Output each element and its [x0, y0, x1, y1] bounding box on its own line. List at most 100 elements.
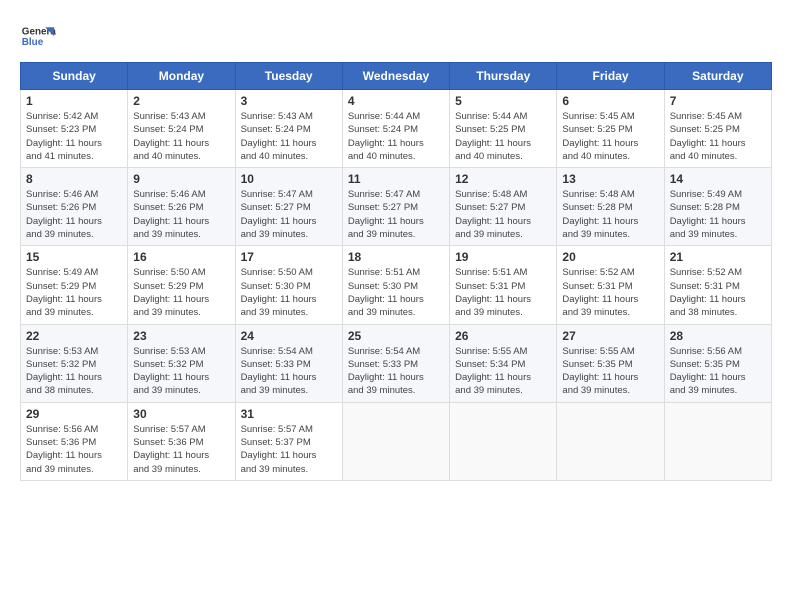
day-info: Sunrise: 5:46 AM Sunset: 5:26 PM Dayligh… — [133, 188, 229, 241]
day-info: Sunrise: 5:51 AM Sunset: 5:31 PM Dayligh… — [455, 266, 551, 319]
table-row: 25 Sunrise: 5:54 AM Sunset: 5:33 PM Dayl… — [342, 324, 449, 402]
table-row: 23 Sunrise: 5:53 AM Sunset: 5:32 PM Dayl… — [128, 324, 235, 402]
table-row: 1 Sunrise: 5:42 AM Sunset: 5:23 PM Dayli… — [21, 90, 128, 168]
day-number: 17 — [241, 250, 337, 264]
day-info: Sunrise: 5:48 AM Sunset: 5:28 PM Dayligh… — [562, 188, 658, 241]
day-info: Sunrise: 5:45 AM Sunset: 5:25 PM Dayligh… — [670, 110, 766, 163]
svg-text:Blue: Blue — [22, 37, 44, 48]
col-friday: Friday — [557, 63, 664, 90]
table-row: 20 Sunrise: 5:52 AM Sunset: 5:31 PM Dayl… — [557, 246, 664, 324]
day-info: Sunrise: 5:55 AM Sunset: 5:34 PM Dayligh… — [455, 345, 551, 398]
day-info: Sunrise: 5:55 AM Sunset: 5:35 PM Dayligh… — [562, 345, 658, 398]
day-info: Sunrise: 5:53 AM Sunset: 5:32 PM Dayligh… — [26, 345, 122, 398]
table-row: 13 Sunrise: 5:48 AM Sunset: 5:28 PM Dayl… — [557, 168, 664, 246]
day-number: 30 — [133, 407, 229, 421]
table-row: 28 Sunrise: 5:56 AM Sunset: 5:35 PM Dayl… — [664, 324, 771, 402]
table-row: 11 Sunrise: 5:47 AM Sunset: 5:27 PM Dayl… — [342, 168, 449, 246]
day-info: Sunrise: 5:57 AM Sunset: 5:37 PM Dayligh… — [241, 423, 337, 476]
calendar-table: Sunday Monday Tuesday Wednesday Thursday… — [20, 62, 772, 481]
table-row: 30 Sunrise: 5:57 AM Sunset: 5:36 PM Dayl… — [128, 402, 235, 480]
day-number: 10 — [241, 172, 337, 186]
day-number: 25 — [348, 329, 444, 343]
table-row: 15 Sunrise: 5:49 AM Sunset: 5:29 PM Dayl… — [21, 246, 128, 324]
day-info: Sunrise: 5:50 AM Sunset: 5:29 PM Dayligh… — [133, 266, 229, 319]
table-row: 9 Sunrise: 5:46 AM Sunset: 5:26 PM Dayli… — [128, 168, 235, 246]
table-row: 24 Sunrise: 5:54 AM Sunset: 5:33 PM Dayl… — [235, 324, 342, 402]
day-number: 8 — [26, 172, 122, 186]
day-info: Sunrise: 5:54 AM Sunset: 5:33 PM Dayligh… — [348, 345, 444, 398]
calendar-week-row: 15 Sunrise: 5:49 AM Sunset: 5:29 PM Dayl… — [21, 246, 772, 324]
table-row — [557, 402, 664, 480]
day-number: 6 — [562, 94, 658, 108]
calendar-week-row: 22 Sunrise: 5:53 AM Sunset: 5:32 PM Dayl… — [21, 324, 772, 402]
table-row: 18 Sunrise: 5:51 AM Sunset: 5:30 PM Dayl… — [342, 246, 449, 324]
day-number: 20 — [562, 250, 658, 264]
day-number: 29 — [26, 407, 122, 421]
day-number: 31 — [241, 407, 337, 421]
table-row: 17 Sunrise: 5:50 AM Sunset: 5:30 PM Dayl… — [235, 246, 342, 324]
day-info: Sunrise: 5:56 AM Sunset: 5:35 PM Dayligh… — [670, 345, 766, 398]
day-number: 5 — [455, 94, 551, 108]
table-row: 26 Sunrise: 5:55 AM Sunset: 5:34 PM Dayl… — [450, 324, 557, 402]
day-info: Sunrise: 5:56 AM Sunset: 5:36 PM Dayligh… — [26, 423, 122, 476]
calendar-week-row: 29 Sunrise: 5:56 AM Sunset: 5:36 PM Dayl… — [21, 402, 772, 480]
table-row: 16 Sunrise: 5:50 AM Sunset: 5:29 PM Dayl… — [128, 246, 235, 324]
table-row: 29 Sunrise: 5:56 AM Sunset: 5:36 PM Dayl… — [21, 402, 128, 480]
day-info: Sunrise: 5:53 AM Sunset: 5:32 PM Dayligh… — [133, 345, 229, 398]
day-number: 12 — [455, 172, 551, 186]
table-row: 27 Sunrise: 5:55 AM Sunset: 5:35 PM Dayl… — [557, 324, 664, 402]
table-row: 6 Sunrise: 5:45 AM Sunset: 5:25 PM Dayli… — [557, 90, 664, 168]
day-number: 28 — [670, 329, 766, 343]
table-row: 3 Sunrise: 5:43 AM Sunset: 5:24 PM Dayli… — [235, 90, 342, 168]
day-number: 22 — [26, 329, 122, 343]
calendar-week-row: 1 Sunrise: 5:42 AM Sunset: 5:23 PM Dayli… — [21, 90, 772, 168]
day-number: 27 — [562, 329, 658, 343]
day-number: 24 — [241, 329, 337, 343]
page-header: General Blue — [20, 20, 772, 56]
day-number: 9 — [133, 172, 229, 186]
table-row: 7 Sunrise: 5:45 AM Sunset: 5:25 PM Dayli… — [664, 90, 771, 168]
day-number: 4 — [348, 94, 444, 108]
day-number: 19 — [455, 250, 551, 264]
table-row: 4 Sunrise: 5:44 AM Sunset: 5:24 PM Dayli… — [342, 90, 449, 168]
logo-icon: General Blue — [20, 20, 56, 56]
day-info: Sunrise: 5:51 AM Sunset: 5:30 PM Dayligh… — [348, 266, 444, 319]
day-info: Sunrise: 5:52 AM Sunset: 5:31 PM Dayligh… — [562, 266, 658, 319]
day-info: Sunrise: 5:44 AM Sunset: 5:24 PM Dayligh… — [348, 110, 444, 163]
col-monday: Monday — [128, 63, 235, 90]
day-info: Sunrise: 5:45 AM Sunset: 5:25 PM Dayligh… — [562, 110, 658, 163]
day-info: Sunrise: 5:48 AM Sunset: 5:27 PM Dayligh… — [455, 188, 551, 241]
day-number: 11 — [348, 172, 444, 186]
table-row: 10 Sunrise: 5:47 AM Sunset: 5:27 PM Dayl… — [235, 168, 342, 246]
day-info: Sunrise: 5:44 AM Sunset: 5:25 PM Dayligh… — [455, 110, 551, 163]
day-number: 1 — [26, 94, 122, 108]
day-info: Sunrise: 5:49 AM Sunset: 5:28 PM Dayligh… — [670, 188, 766, 241]
col-wednesday: Wednesday — [342, 63, 449, 90]
day-info: Sunrise: 5:52 AM Sunset: 5:31 PM Dayligh… — [670, 266, 766, 319]
table-row: 12 Sunrise: 5:48 AM Sunset: 5:27 PM Dayl… — [450, 168, 557, 246]
calendar-header-row: Sunday Monday Tuesday Wednesday Thursday… — [21, 63, 772, 90]
table-row: 14 Sunrise: 5:49 AM Sunset: 5:28 PM Dayl… — [664, 168, 771, 246]
col-tuesday: Tuesday — [235, 63, 342, 90]
day-number: 15 — [26, 250, 122, 264]
table-row: 22 Sunrise: 5:53 AM Sunset: 5:32 PM Dayl… — [21, 324, 128, 402]
day-number: 18 — [348, 250, 444, 264]
table-row: 5 Sunrise: 5:44 AM Sunset: 5:25 PM Dayli… — [450, 90, 557, 168]
day-info: Sunrise: 5:57 AM Sunset: 5:36 PM Dayligh… — [133, 423, 229, 476]
day-number: 16 — [133, 250, 229, 264]
day-number: 7 — [670, 94, 766, 108]
logo: General Blue — [20, 20, 56, 56]
day-number: 14 — [670, 172, 766, 186]
calendar-week-row: 8 Sunrise: 5:46 AM Sunset: 5:26 PM Dayli… — [21, 168, 772, 246]
day-number: 3 — [241, 94, 337, 108]
day-info: Sunrise: 5:49 AM Sunset: 5:29 PM Dayligh… — [26, 266, 122, 319]
day-info: Sunrise: 5:54 AM Sunset: 5:33 PM Dayligh… — [241, 345, 337, 398]
table-row: 19 Sunrise: 5:51 AM Sunset: 5:31 PM Dayl… — [450, 246, 557, 324]
day-info: Sunrise: 5:43 AM Sunset: 5:24 PM Dayligh… — [241, 110, 337, 163]
table-row — [664, 402, 771, 480]
day-info: Sunrise: 5:42 AM Sunset: 5:23 PM Dayligh… — [26, 110, 122, 163]
table-row: 21 Sunrise: 5:52 AM Sunset: 5:31 PM Dayl… — [664, 246, 771, 324]
table-row: 8 Sunrise: 5:46 AM Sunset: 5:26 PM Dayli… — [21, 168, 128, 246]
table-row: 31 Sunrise: 5:57 AM Sunset: 5:37 PM Dayl… — [235, 402, 342, 480]
table-row — [450, 402, 557, 480]
